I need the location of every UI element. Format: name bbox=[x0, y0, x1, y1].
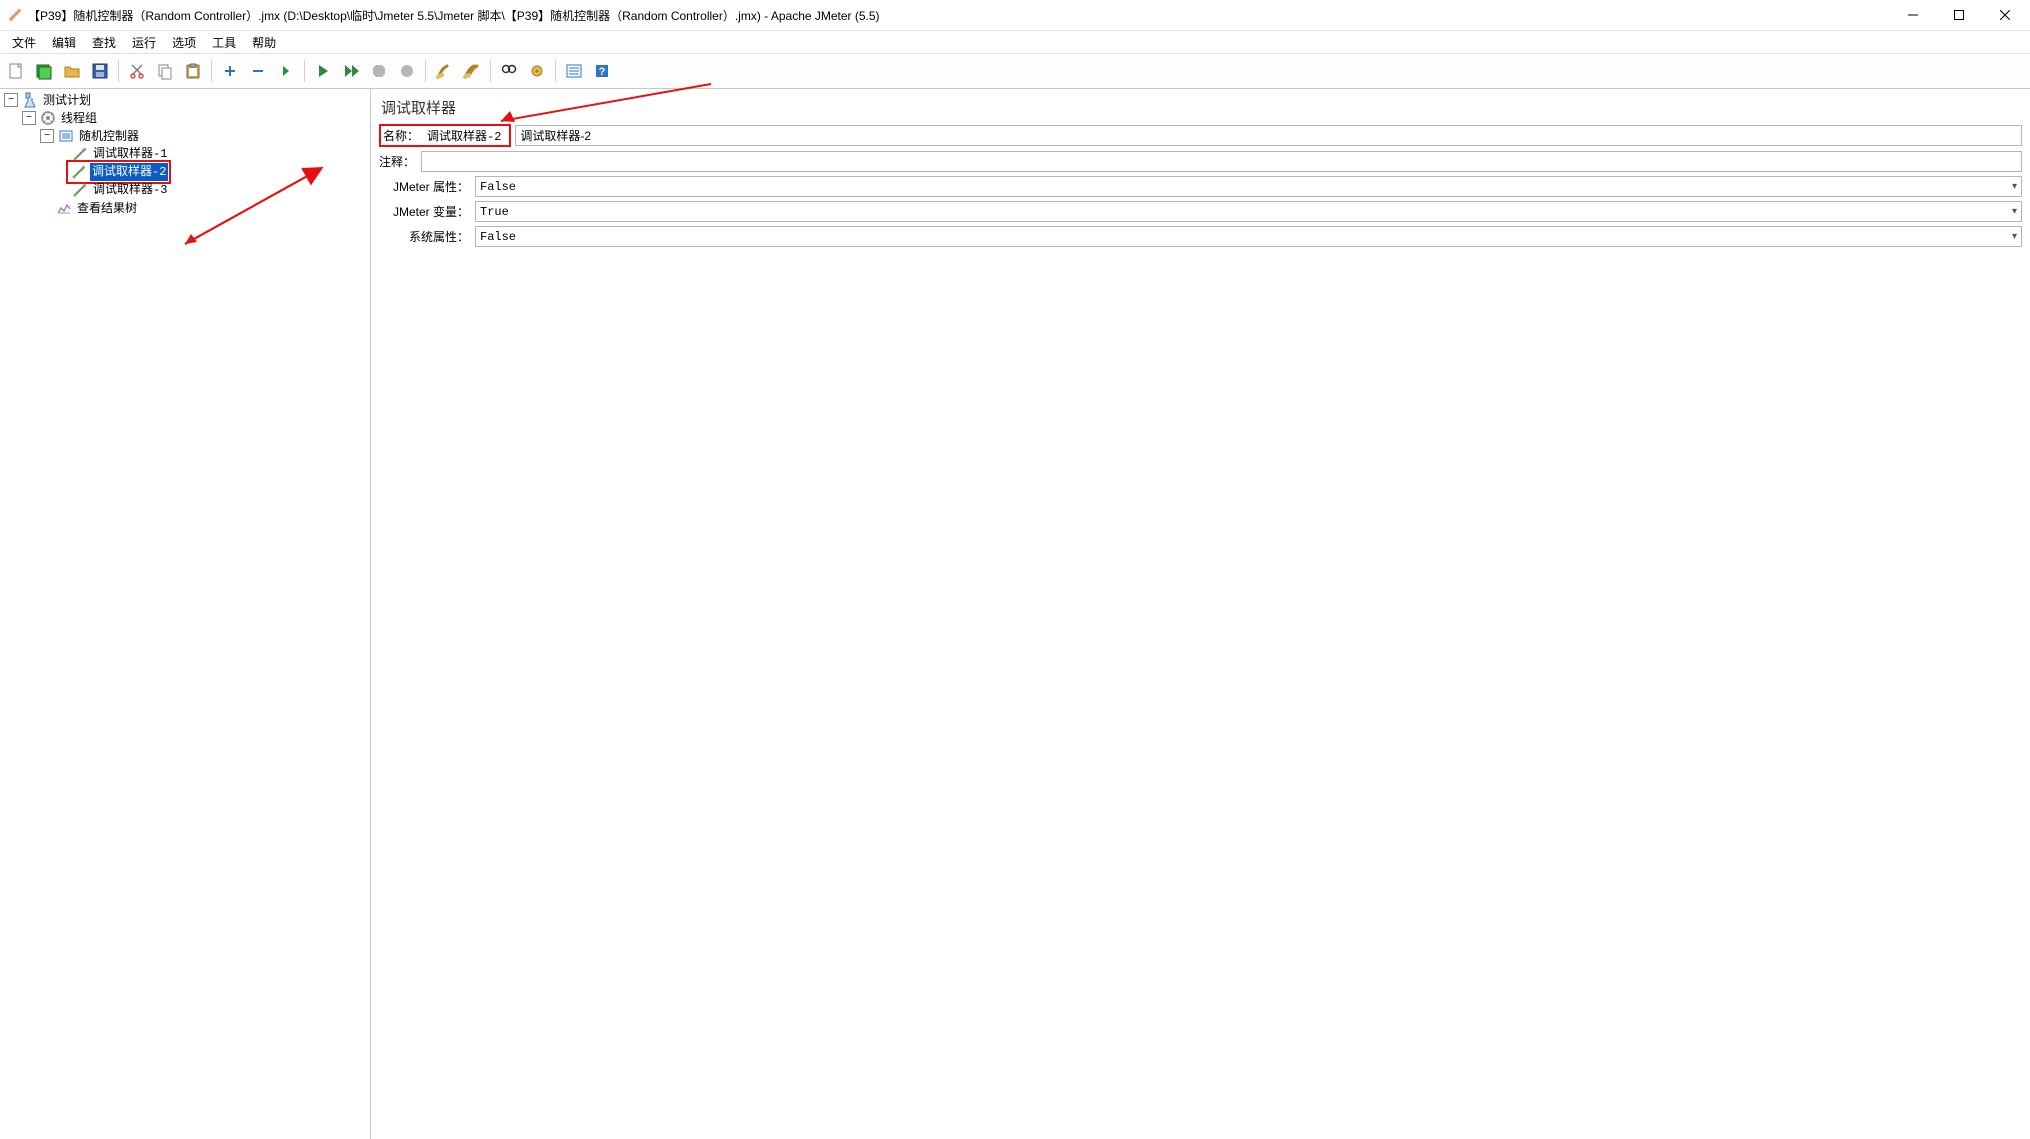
templates-icon[interactable] bbox=[31, 58, 57, 84]
menu-edit[interactable]: 编辑 bbox=[44, 31, 84, 53]
tree-node-random-controller[interactable]: − 随机控制器 bbox=[0, 127, 370, 145]
tree-node-sampler-1[interactable]: 调试取样器-1 bbox=[0, 145, 370, 163]
name-value-preview: 调试取样器-2 bbox=[421, 127, 507, 144]
jmeter-vars-row: JMeter 变量： True ▾ bbox=[379, 201, 2022, 222]
expand-icon[interactable] bbox=[217, 58, 243, 84]
comment-input[interactable] bbox=[421, 151, 2022, 172]
test-plan-tree: − 测试计划 − 线程组 − 随机控制器 bbox=[0, 91, 370, 217]
annotation-highlight-box: 名称： 调试取样器-2 bbox=[379, 124, 511, 147]
jmeter-props-row: JMeter 属性： False ▾ bbox=[379, 176, 2022, 197]
combo-value: False bbox=[480, 230, 516, 244]
svg-text:?: ? bbox=[599, 66, 606, 78]
tree-node-test-plan[interactable]: − 测试计划 bbox=[0, 91, 370, 109]
jmeter-vars-label: JMeter 变量： bbox=[379, 203, 475, 220]
jmeter-props-label: JMeter 属性： bbox=[379, 178, 475, 195]
function-helper-icon[interactable] bbox=[561, 58, 587, 84]
tree-node-sampler-3[interactable]: 调试取样器-3 bbox=[0, 181, 370, 199]
name-input[interactable] bbox=[515, 125, 2022, 146]
copy-icon[interactable] bbox=[152, 58, 178, 84]
tree-label: 查看结果树 bbox=[75, 199, 139, 217]
chevron-down-icon: ▾ bbox=[2012, 181, 2017, 192]
cut-icon[interactable] bbox=[124, 58, 150, 84]
titlebar: 【P39】随机控制器（Random Controller）.jmx (D:\De… bbox=[0, 0, 2030, 31]
open-icon[interactable] bbox=[59, 58, 85, 84]
toolbar-sep bbox=[211, 60, 212, 82]
toolbar-sep bbox=[555, 60, 556, 82]
minimize-button[interactable] bbox=[1890, 0, 1936, 30]
name-label: 名称： bbox=[383, 127, 421, 144]
toolbar-sep bbox=[304, 60, 305, 82]
system-props-select[interactable]: False ▾ bbox=[475, 226, 2022, 247]
toolbar: ? bbox=[0, 53, 2030, 89]
clear-icon[interactable] bbox=[431, 58, 457, 84]
menu-run[interactable]: 运行 bbox=[124, 31, 164, 53]
app-icon bbox=[8, 8, 22, 22]
combo-value: False bbox=[480, 180, 516, 194]
toolbar-sep bbox=[118, 60, 119, 82]
tree-label: 调试取样器-2 bbox=[90, 163, 168, 181]
window-title: 【P39】随机控制器（Random Controller）.jmx (D:\De… bbox=[28, 7, 880, 24]
comment-row: 注释： bbox=[379, 151, 2022, 172]
search-icon[interactable] bbox=[496, 58, 522, 84]
comment-label: 注释： bbox=[379, 153, 421, 170]
name-row: 名称： 调试取样器-2 bbox=[379, 124, 2022, 147]
panel-title: 调试取样器 bbox=[379, 95, 2022, 124]
sampler-icon bbox=[72, 182, 88, 198]
chevron-down-icon: ▾ bbox=[2012, 206, 2017, 217]
clear-all-icon[interactable] bbox=[459, 58, 485, 84]
reset-search-icon[interactable] bbox=[524, 58, 550, 84]
jmeter-vars-select[interactable]: True ▾ bbox=[475, 201, 2022, 222]
maximize-button[interactable] bbox=[1936, 0, 1982, 30]
tree-pane[interactable]: − 测试计划 − 线程组 − 随机控制器 bbox=[0, 89, 371, 1139]
menu-find[interactable]: 查找 bbox=[84, 31, 124, 53]
menu-options[interactable]: 选项 bbox=[164, 31, 204, 53]
tree-node-view-results[interactable]: 查看结果树 bbox=[0, 199, 370, 217]
system-props-label: 系统属性： bbox=[379, 228, 475, 245]
tree-node-thread-group[interactable]: − 线程组 bbox=[0, 109, 370, 127]
menu-help[interactable]: 帮助 bbox=[244, 31, 284, 53]
start-icon[interactable] bbox=[310, 58, 336, 84]
app-window: { "titlebar": { "title": "【P39】随机控制器（Ran… bbox=[0, 0, 2030, 1139]
tree-label: 线程组 bbox=[59, 109, 99, 127]
toolbar-sep bbox=[490, 60, 491, 82]
save-icon[interactable] bbox=[87, 58, 113, 84]
collapse-icon[interactable] bbox=[245, 58, 271, 84]
combo-value: True bbox=[480, 205, 509, 219]
editor-pane: 调试取样器 名称： 调试取样器-2 注释： JMeter 属性： False ▾ bbox=[371, 89, 2030, 1139]
toggle-icon[interactable] bbox=[273, 58, 299, 84]
paste-icon[interactable] bbox=[180, 58, 206, 84]
controller-icon bbox=[58, 128, 74, 144]
results-tree-icon bbox=[56, 200, 72, 216]
help-icon[interactable]: ? bbox=[589, 58, 615, 84]
new-icon[interactable] bbox=[3, 58, 29, 84]
jmeter-props-select[interactable]: False ▾ bbox=[475, 176, 2022, 197]
menubar: 文件 编辑 查找 运行 选项 工具 帮助 bbox=[0, 31, 2030, 53]
tree-toggle-icon[interactable]: − bbox=[4, 93, 18, 107]
tree-node-sampler-2[interactable]: 调试取样器-2 bbox=[0, 163, 370, 181]
menu-tools[interactable]: 工具 bbox=[204, 31, 244, 53]
tree-label: 测试计划 bbox=[41, 91, 93, 109]
tree-toggle-icon[interactable]: − bbox=[22, 111, 36, 125]
thread-group-icon bbox=[40, 110, 56, 126]
tree-toggle-icon[interactable]: − bbox=[40, 129, 54, 143]
shutdown-icon[interactable] bbox=[394, 58, 420, 84]
toolbar-sep bbox=[425, 60, 426, 82]
tree-label: 随机控制器 bbox=[77, 127, 141, 145]
menu-file[interactable]: 文件 bbox=[4, 31, 44, 53]
close-button[interactable] bbox=[1982, 0, 2028, 30]
start-no-timers-icon[interactable] bbox=[338, 58, 364, 84]
stop-icon[interactable] bbox=[366, 58, 392, 84]
sampler-icon bbox=[71, 164, 87, 180]
test-plan-icon bbox=[22, 92, 38, 108]
chevron-down-icon: ▾ bbox=[2012, 231, 2017, 242]
body-split: − 测试计划 − 线程组 − 随机控制器 bbox=[0, 89, 2030, 1139]
system-props-row: 系统属性： False ▾ bbox=[379, 226, 2022, 247]
tree-label: 调试取样器-3 bbox=[91, 181, 169, 199]
